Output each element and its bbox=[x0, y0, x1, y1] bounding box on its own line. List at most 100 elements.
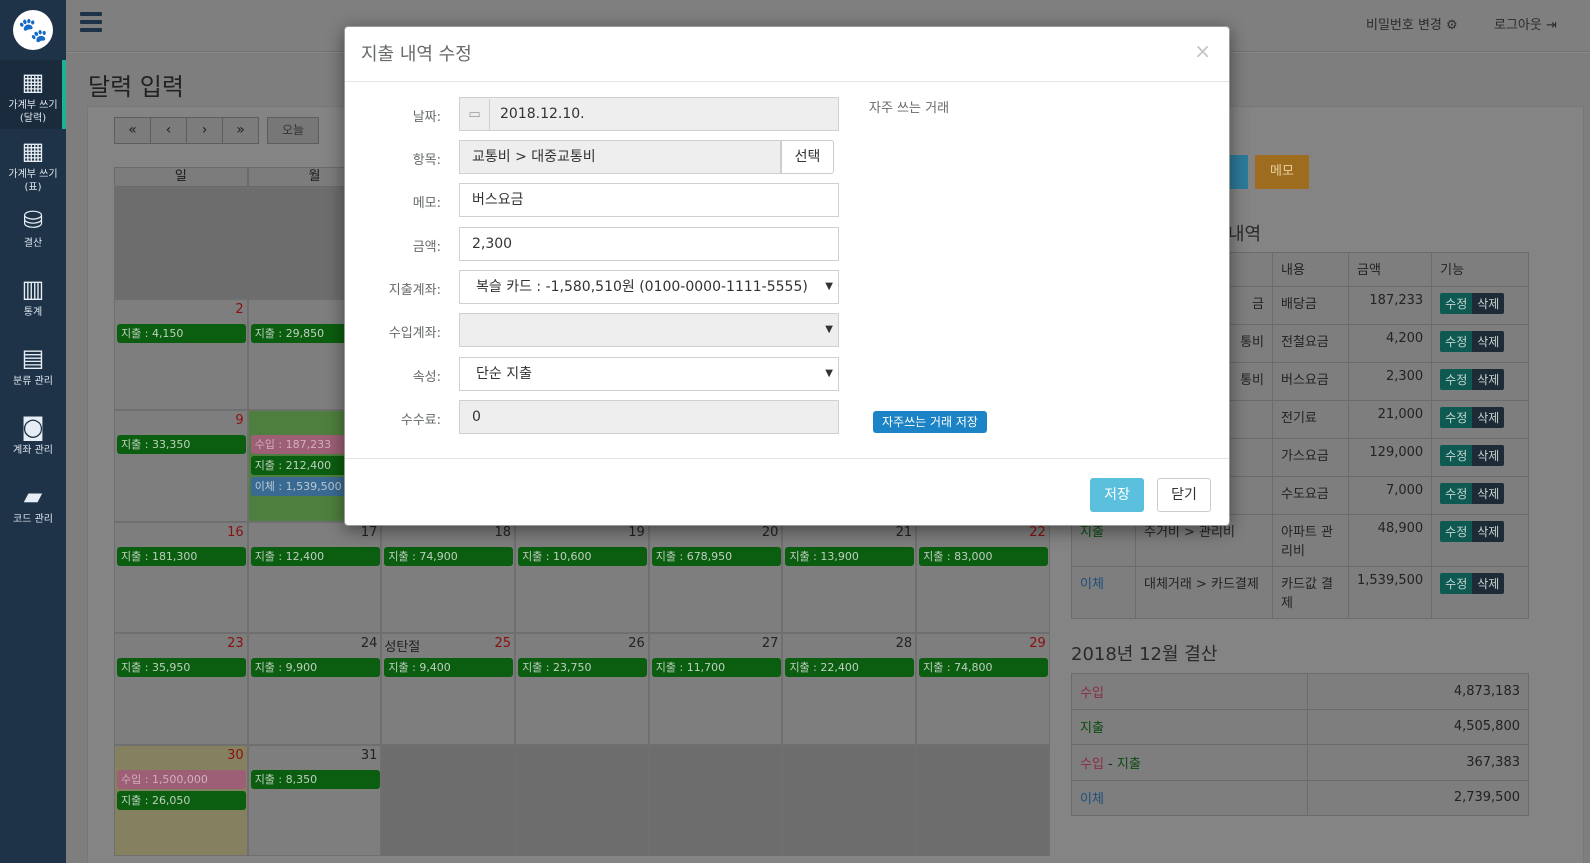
edit-button[interactable]: 수정 bbox=[1440, 573, 1473, 594]
calendar-cell[interactable]: 2 지출 : 4,150 bbox=[114, 298, 248, 410]
event-expense[interactable]: 지출 : 13,900 bbox=[785, 546, 915, 566]
event-expense[interactable]: 지출 : 35,950 bbox=[117, 658, 246, 677]
memo-input[interactable]: 버스요금 bbox=[459, 183, 839, 217]
sidebar-item-code[interactable]: ▰ 코드 관리 bbox=[0, 474, 66, 543]
row-content: 버스요금 bbox=[1272, 362, 1349, 401]
sidebar-item-label: 계좌 관리 bbox=[13, 445, 53, 456]
calendar-cell[interactable]: 20 지출 : 678,950 bbox=[648, 521, 783, 633]
fee-row: 수수료: 0 bbox=[345, 400, 1229, 434]
add-button[interactable] bbox=[1228, 155, 1248, 189]
event-expense[interactable]: 지출 : 4,150 bbox=[117, 323, 246, 343]
row-amount: 129,000 bbox=[1347, 438, 1433, 477]
prev-month-button[interactable]: ‹ bbox=[150, 117, 187, 144]
edit-button[interactable]: 수정 bbox=[1440, 483, 1473, 504]
calendar-cell[interactable]: 23 지출 : 35,950 bbox=[114, 633, 248, 745]
event-expense[interactable]: 지출 : 74,900 bbox=[384, 546, 514, 566]
attr-select[interactable]: 단순 지출 ▼ bbox=[459, 357, 839, 391]
close-button[interactable]: 닫기 bbox=[1157, 478, 1211, 512]
delete-button[interactable]: 삭제 bbox=[1472, 331, 1505, 352]
sidebar-item-label: 가계부 쓰기 (표) bbox=[8, 169, 58, 193]
out-account-label: 지출계좌: bbox=[388, 283, 441, 298]
calendar-cell[interactable]: 21 지출 : 13,900 bbox=[782, 521, 917, 633]
edit-button[interactable]: 수정 bbox=[1440, 407, 1473, 428]
calendar-cell[interactable]: 30 수입 : 1,500,000 지출 : 26,050 bbox=[114, 744, 248, 856]
delete-button[interactable]: 삭제 bbox=[1472, 573, 1505, 594]
logo[interactable]: 🐾 bbox=[0, 0, 66, 60]
select-item-button[interactable]: 선택 bbox=[781, 140, 834, 174]
save-button[interactable]: 저장 bbox=[1090, 478, 1144, 512]
calendar-cell[interactable]: 22 지출 : 83,000 bbox=[916, 521, 1050, 633]
sidebar-item-table[interactable]: ▦ 가계부 쓰기 (표) bbox=[0, 129, 66, 198]
modal-title: 지출 내역 수정 bbox=[361, 44, 472, 65]
calendar-cell[interactable]: 31 지출 : 8,350 bbox=[247, 744, 382, 856]
day-number: 20 bbox=[761, 524, 779, 540]
sidebar-item-account[interactable]: ◙ 계좌 관리 bbox=[0, 405, 66, 474]
event-expense[interactable]: 지출 : 26,050 bbox=[117, 790, 246, 810]
event-expense[interactable]: 지출 : 9,900 bbox=[250, 658, 380, 677]
row-amount: 4,200 bbox=[1347, 324, 1433, 363]
calendar-cell[interactable]: 성탄절 25 지출 : 9,400 bbox=[381, 633, 516, 745]
delete-button[interactable]: 삭제 bbox=[1472, 369, 1505, 390]
event-expense[interactable]: 지출 : 9,400 bbox=[384, 658, 514, 677]
row-content: 가스요금 bbox=[1272, 438, 1349, 477]
calendar-cell[interactable]: 9 지출 : 33,350 bbox=[114, 410, 248, 522]
calendar-cell[interactable]: 26 지출 : 23,750 bbox=[515, 633, 649, 745]
close-icon[interactable]: × bbox=[1194, 39, 1211, 63]
col-amount: 금액 bbox=[1347, 252, 1433, 287]
item-field[interactable]: 교통비 > 대중교통비 bbox=[459, 140, 781, 174]
event-expense[interactable]: 지출 : 23,750 bbox=[518, 658, 648, 677]
event-expense[interactable]: 지출 : 22,400 bbox=[785, 658, 915, 677]
edit-button[interactable]: 수정 bbox=[1440, 293, 1473, 314]
menu-toggle-icon[interactable] bbox=[80, 12, 102, 36]
sidebar-item-calendar[interactable]: ▦ 가계부 쓰기 (달력) bbox=[0, 60, 66, 129]
date-field[interactable]: ▭ 2018.12.10. bbox=[459, 97, 839, 131]
calendar-cell[interactable]: 18 지출 : 74,900 bbox=[381, 521, 516, 633]
event-expense[interactable]: 지출 : 11,700 bbox=[651, 658, 781, 677]
in-account-select[interactable]: ▼ bbox=[459, 313, 839, 347]
edit-button[interactable]: 수정 bbox=[1440, 331, 1473, 352]
calendar-cell[interactable]: 27 지출 : 11,700 bbox=[648, 633, 783, 745]
today-button[interactable]: 오늘 bbox=[267, 117, 319, 144]
event-expense[interactable]: 지출 : 83,000 bbox=[919, 546, 1049, 566]
event-expense[interactable]: 지출 : 181,300 bbox=[117, 546, 246, 566]
logout-link[interactable]: 로그아웃 ⇥ bbox=[1494, 14, 1557, 33]
row-amount: 2,300 bbox=[1347, 362, 1433, 401]
calendar-cell[interactable] bbox=[114, 187, 248, 299]
delete-button[interactable]: 삭제 bbox=[1472, 293, 1505, 314]
edit-button[interactable]: 수정 bbox=[1440, 369, 1473, 390]
calendar-cell[interactable]: 16 지출 : 181,300 bbox=[114, 521, 248, 633]
fee-input[interactable]: 0 bbox=[459, 400, 839, 434]
event-expense[interactable]: 지출 : 678,950 bbox=[651, 546, 781, 566]
calendar-cell[interactable]: 28 지출 : 22,400 bbox=[782, 633, 917, 745]
event-expense[interactable]: 지출 : 12,400 bbox=[250, 546, 380, 566]
amount-label: 금액: bbox=[412, 240, 441, 255]
calendar-cell[interactable]: 29 지출 : 74,800 bbox=[916, 633, 1050, 745]
calendar-cell[interactable]: 17 지출 : 12,400 bbox=[247, 521, 382, 633]
day-number: 9 bbox=[235, 413, 244, 428]
calendar-cell[interactable]: 19 지출 : 10,600 bbox=[515, 521, 649, 633]
event-income[interactable]: 수입 : 1,500,000 bbox=[117, 769, 246, 789]
edit-button[interactable]: 수정 bbox=[1440, 521, 1473, 542]
event-expense[interactable]: 지출 : 10,600 bbox=[518, 546, 648, 566]
out-account-select[interactable]: 복슬 카드 : -1,580,510원 (0100-0000-1111-5555… bbox=[459, 270, 839, 304]
next-month-button[interactable]: › bbox=[186, 117, 223, 144]
edit-button[interactable]: 수정 bbox=[1440, 445, 1473, 466]
event-expense[interactable]: 지출 : 74,800 bbox=[919, 658, 1049, 677]
event-expense[interactable]: 지출 : 33,350 bbox=[117, 435, 246, 454]
delete-button[interactable]: 삭제 bbox=[1472, 445, 1505, 466]
save-frequent-button[interactable]: 자주쓰는 거래 저장 bbox=[873, 411, 987, 433]
next-year-button[interactable]: » bbox=[222, 117, 259, 144]
sidebar-item-category[interactable]: ▤ 분류 관리 bbox=[0, 336, 66, 405]
amount-input[interactable]: 2,300 bbox=[459, 227, 839, 261]
change-password-link[interactable]: 비밀번호 변경 ⚙ bbox=[1366, 14, 1458, 33]
sidebar-item-settlement[interactable]: ⛁ 결산 bbox=[0, 198, 66, 267]
memo-button[interactable]: 메모 bbox=[1255, 155, 1309, 189]
event-expense[interactable]: 지출 : 8,350 bbox=[250, 769, 380, 789]
prev-year-button[interactable]: « bbox=[114, 117, 151, 144]
delete-button[interactable]: 삭제 bbox=[1472, 483, 1505, 504]
delete-button[interactable]: 삭제 bbox=[1472, 407, 1505, 428]
calendar-cell[interactable]: 24 지출 : 9,900 bbox=[247, 633, 382, 745]
summary-row: 지출 4,505,800 bbox=[1071, 708, 1529, 745]
sidebar-item-stats[interactable]: ▥ 통계 bbox=[0, 267, 66, 336]
delete-button[interactable]: 삭제 bbox=[1472, 521, 1505, 542]
